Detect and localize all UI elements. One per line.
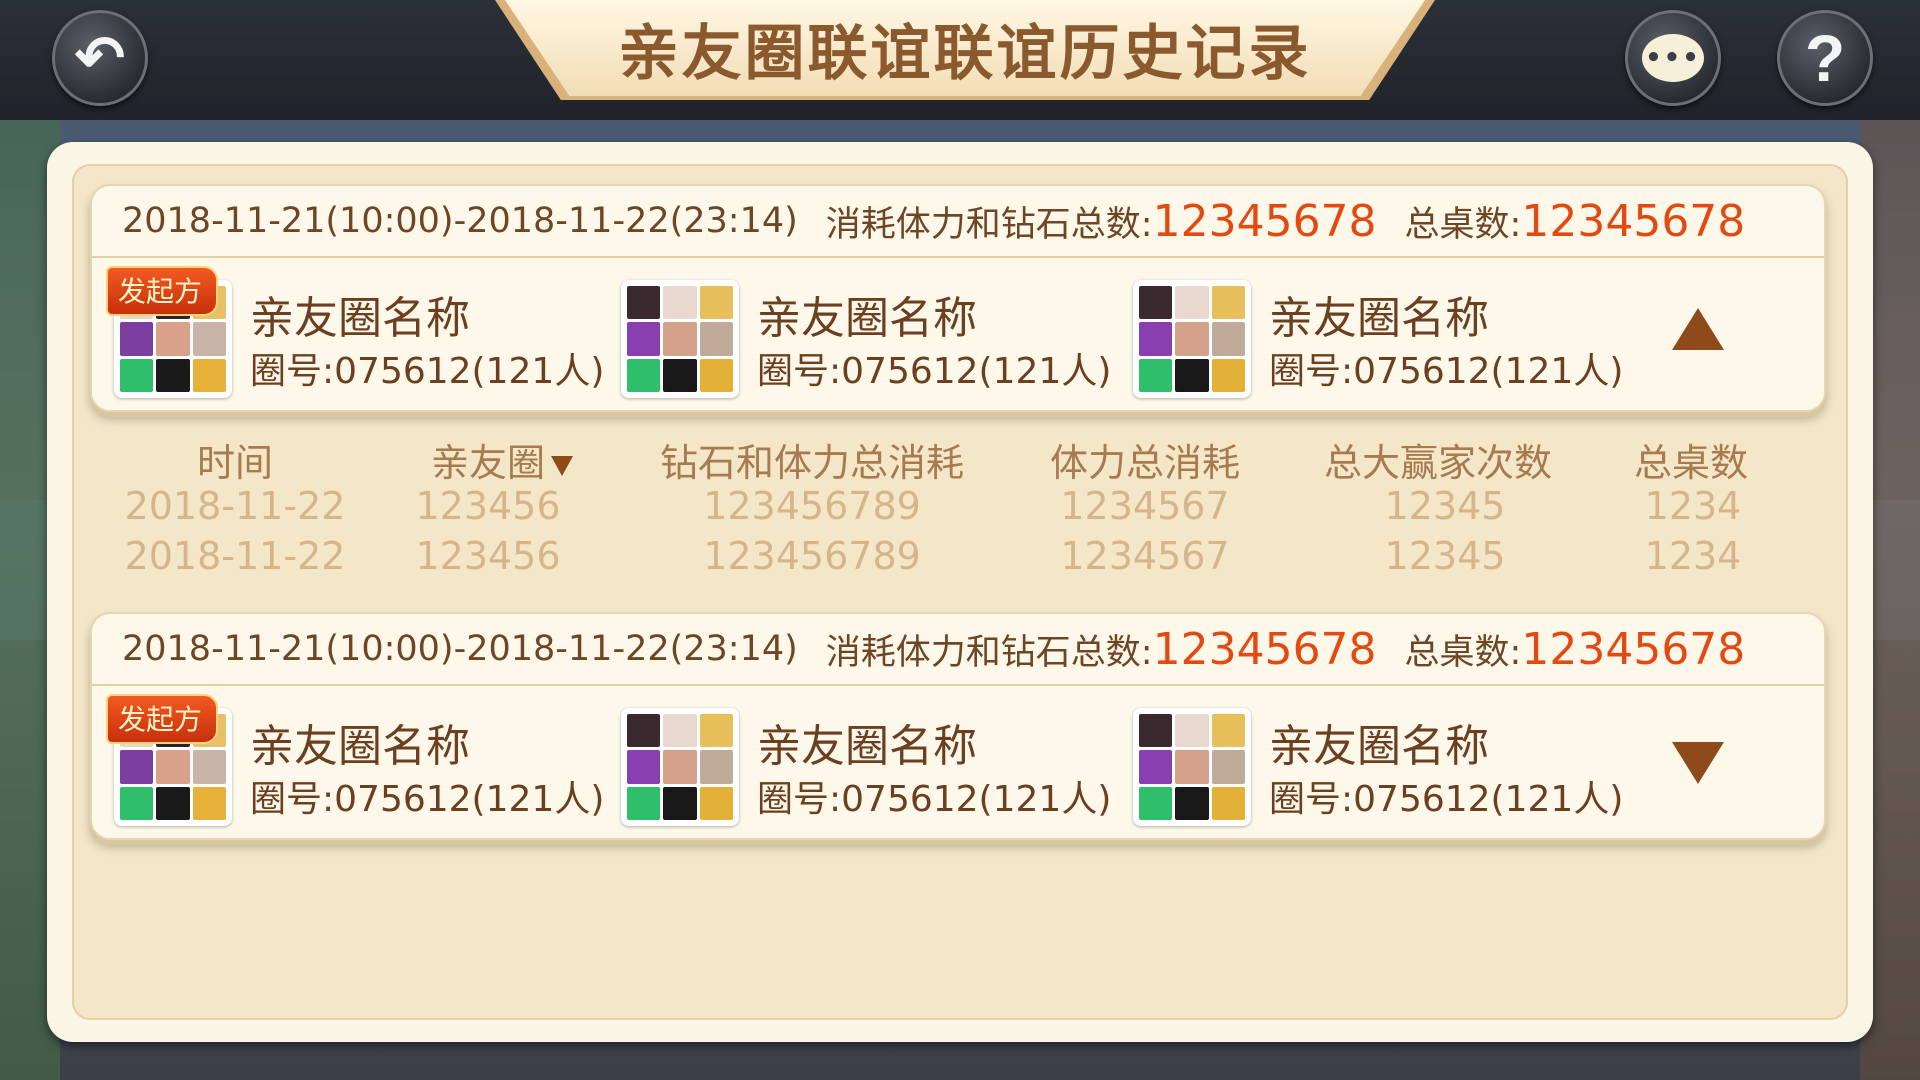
tables-value: 12345678 bbox=[1521, 195, 1746, 247]
table-cell: 1234 bbox=[1644, 534, 1742, 578]
club-id: 圈号:075612(121人) bbox=[757, 351, 1112, 392]
club-name: 亲友圈名称 bbox=[1269, 293, 1489, 344]
club-id: 圈号:075612(121人) bbox=[757, 779, 1112, 820]
consumption-label: 消耗体力和钻石总数: bbox=[825, 632, 1153, 673]
club-name: 亲友圈名称 bbox=[757, 293, 977, 344]
tables-value: 12345678 bbox=[1521, 623, 1746, 675]
sort-down-icon bbox=[551, 455, 574, 476]
table-cell: 12345 bbox=[1384, 484, 1506, 528]
chat-bubble-icon: ••• bbox=[1642, 34, 1704, 82]
club-id: 圈号:075612(121人) bbox=[250, 779, 605, 820]
table-cell: 1234567 bbox=[1060, 534, 1230, 578]
col-header-table-count: 总桌数 bbox=[1633, 441, 1749, 485]
col-header-club-label: 亲友圈 bbox=[430, 441, 546, 485]
page-title: 亲友圈联谊联谊历史记录 bbox=[618, 18, 1312, 89]
club-name: 亲友圈名称 bbox=[1269, 721, 1489, 772]
title-plate: 亲友圈联谊联谊历史记录 bbox=[505, 0, 1425, 96]
tables-label: 总桌数: bbox=[1404, 632, 1522, 673]
table-cell: 123456 bbox=[415, 534, 561, 578]
record-period: 2018-11-21(10:00)-2018-11-22(23:14) bbox=[122, 629, 798, 669]
table-cell: 1234567 bbox=[1060, 484, 1230, 528]
record-header: 2018-11-21(10:00)-2018-11-22(23:14) 消耗体力… bbox=[92, 186, 1824, 258]
consumption-value: 12345678 bbox=[1152, 623, 1377, 675]
table-cell: 123456789 bbox=[703, 484, 921, 528]
table-cell: 2018-11-22 bbox=[124, 484, 346, 528]
collapse-arrow-icon[interactable] bbox=[1672, 308, 1724, 350]
table-cell: 123456 bbox=[415, 484, 561, 528]
club-id: 圈号:075612(121人) bbox=[1269, 779, 1624, 820]
club-name: 亲友圈名称 bbox=[757, 721, 977, 772]
col-header-total-consumption: 钻石和体力总消耗 bbox=[659, 441, 965, 485]
club-avatar bbox=[1133, 280, 1251, 398]
initiator-badge: 发起方 bbox=[106, 266, 219, 316]
record-period: 2018-11-21(10:00)-2018-11-22(23:14) bbox=[122, 201, 798, 241]
col-header-big-winner-count: 总大赢家次数 bbox=[1323, 441, 1553, 485]
table-cell: 2018-11-22 bbox=[124, 534, 346, 578]
help-button[interactable]: ? bbox=[1777, 10, 1873, 106]
table-cell: 12345 bbox=[1384, 534, 1506, 578]
chat-button[interactable]: ••• bbox=[1625, 10, 1721, 106]
col-header-club[interactable]: 亲友圈 bbox=[430, 432, 574, 487]
initiator-badge: 发起方 bbox=[106, 694, 219, 744]
back-button[interactable]: ↶ bbox=[52, 10, 148, 106]
table-cell: 123456789 bbox=[703, 534, 921, 578]
col-header-time: 时间 bbox=[196, 441, 274, 485]
club-avatar bbox=[1133, 708, 1251, 826]
consumption-value: 12345678 bbox=[1152, 195, 1377, 247]
chat-dots: ••• bbox=[1645, 43, 1701, 73]
expand-arrow-icon[interactable] bbox=[1672, 742, 1724, 784]
col-header-stamina-consumption: 体力总消耗 bbox=[1049, 441, 1241, 485]
tables-label: 总桌数: bbox=[1404, 204, 1522, 245]
club-name: 亲友圈名称 bbox=[250, 721, 470, 772]
club-avatar bbox=[621, 280, 739, 398]
consumption-label: 消耗体力和钻石总数: bbox=[825, 204, 1153, 245]
record-card[interactable]: 2018-11-21(10:00)-2018-11-22(23:14) 消耗体力… bbox=[90, 184, 1826, 412]
club-avatar bbox=[621, 708, 739, 826]
question-mark-icon: ? bbox=[1804, 21, 1846, 95]
club-id: 圈号:075612(121人) bbox=[1269, 351, 1624, 392]
record-card[interactable]: 2018-11-21(10:00)-2018-11-22(23:14) 消耗体力… bbox=[90, 612, 1826, 840]
club-id: 圈号:075612(121人) bbox=[250, 351, 605, 392]
club-name: 亲友圈名称 bbox=[250, 293, 470, 344]
back-arrow-icon: ↶ bbox=[74, 24, 126, 91]
record-header: 2018-11-21(10:00)-2018-11-22(23:14) 消耗体力… bbox=[92, 614, 1824, 686]
table-cell: 1234 bbox=[1644, 484, 1742, 528]
